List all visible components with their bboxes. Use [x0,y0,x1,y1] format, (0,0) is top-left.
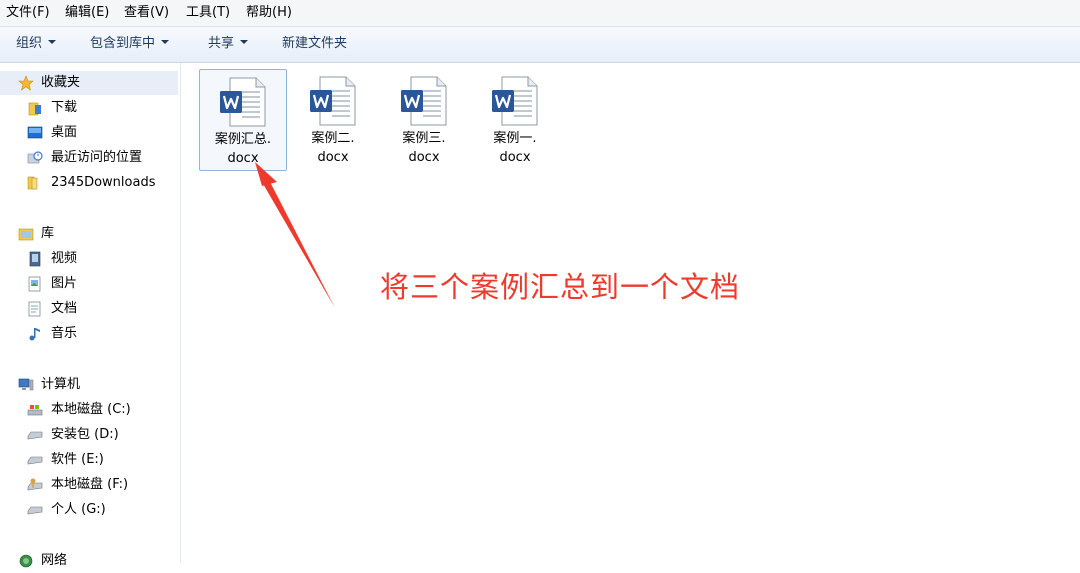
nav-item-recent[interactable]: 最近访问的位置 [0,146,178,170]
file-item-case-3[interactable]: 案例三. docx [381,69,467,169]
video-icon [29,251,41,267]
nav-computer-label: 计算机 [41,377,81,392]
word-document-icon [492,76,538,126]
nav-network-label: 网络 [41,553,68,568]
recent-places-icon [27,151,43,164]
share-label: 共享 [208,36,235,51]
word-document-icon [310,76,356,126]
file-name-line1: 案例二. [311,131,355,146]
nav-item-label: 视频 [51,251,78,266]
network-icon [19,554,33,568]
nav-item-label: 本地磁盘 (C:) [51,402,131,417]
nav-item-label: 桌面 [51,125,78,140]
nav-computer[interactable]: 计算机 [0,373,178,397]
file-name-line1: 案例一. [493,131,537,146]
nav-favorites[interactable]: 收藏夹 [0,71,178,95]
file-name: 案例一. docx [472,129,558,167]
include-in-library-button[interactable]: 包含到库中 [90,36,170,52]
file-name-line2: docx [317,150,349,165]
nav-item-label: 文档 [51,301,78,316]
nav-item-label: 软件 (E:) [51,452,104,467]
file-name: 案例二. docx [290,129,376,167]
chevron-down-icon [48,39,57,44]
nav-item-pictures[interactable]: 图片 [0,272,178,296]
nav-item-drive-d[interactable]: 安装包 (D:) [0,423,178,447]
music-icon [29,328,40,341]
drive-icon [27,431,43,440]
shared-drive-icon [27,478,43,491]
share-button[interactable]: 共享 [208,36,249,52]
nav-item-desktop[interactable]: 桌面 [0,121,178,145]
file-item-case-2[interactable]: 案例二. docx [290,69,376,169]
nav-item-label: 最近访问的位置 [51,150,143,165]
pictures-icon [28,276,41,292]
file-name-line2: docx [227,151,259,166]
nav-network[interactable]: 网络 [0,549,178,573]
menu-file[interactable]: 文件(F) [6,5,50,21]
organize-button[interactable]: 组织 [16,36,57,52]
organize-label: 组织 [16,36,43,51]
menu-help[interactable]: 帮助(H) [246,5,292,21]
nav-item-downloads[interactable]: 下载 [0,96,178,120]
menu-tools[interactable]: 工具(T) [186,5,230,21]
menu-edit[interactable]: 编辑(E) [65,5,109,21]
nav-favorites-label: 收藏夹 [41,75,81,90]
downloads-folder-icon [28,102,41,116]
new-folder-button[interactable]: 新建文件夹 [282,36,347,52]
nav-item-drive-g[interactable]: 个人 (G:) [0,498,178,522]
chevron-down-icon [240,39,249,44]
file-name-line1: 案例汇总. [214,132,272,147]
drive-icon [27,506,43,515]
nav-item-label: 2345Downloads [51,175,156,190]
nav-item-label: 音乐 [51,326,78,341]
nav-item-label: 安装包 (D:) [51,427,119,442]
menu-view[interactable]: 查看(V) [124,5,169,21]
annotation-text: 将三个案例汇总到一个文档 [380,270,741,304]
nav-item-drive-f[interactable]: 本地磁盘 (F:) [0,473,178,497]
nav-item-label: 下载 [51,100,78,115]
drive-icon [27,456,43,465]
file-item-summary[interactable]: 案例汇总. docx [199,69,287,171]
file-name-line2: docx [499,150,531,165]
library-icon [18,228,34,241]
file-name-line1: 案例三. [402,131,446,146]
file-name-line2: docx [408,150,440,165]
nav-item-label: 个人 (G:) [51,502,106,517]
nav-item-music[interactable]: 音乐 [0,322,178,346]
nav-item-drive-c[interactable]: 本地磁盘 (C:) [0,398,178,422]
navigation-pane: 收藏夹 下载 桌面 最近访问的位置 2345Downloads 库 视频 图片 … [0,63,181,568]
star-icon [18,75,34,91]
desktop-icon [27,126,43,139]
file-item-case-1[interactable]: 案例一. docx [472,69,558,169]
file-name: 案例三. docx [381,129,467,167]
nav-item-2345downloads[interactable]: 2345Downloads [0,171,178,195]
nav-libraries[interactable]: 库 [0,222,178,246]
menu-bar: 文件(F) 编辑(E) 查看(V) 工具(T) 帮助(H) [0,0,1080,27]
nav-libraries-label: 库 [41,226,55,241]
system-drive-icon [27,405,43,416]
computer-icon [18,378,34,391]
command-bar: 组织 包含到库中 共享 新建文件夹 [0,27,1080,63]
nav-item-drive-e[interactable]: 软件 (E:) [0,448,178,472]
folder-icon [27,176,38,190]
nav-item-label: 图片 [51,276,78,291]
nav-item-videos[interactable]: 视频 [0,247,178,271]
file-name: 案例汇总. docx [200,130,286,168]
file-list-area[interactable]: 案例汇总. docx 案例二. docx 案例三. docx 案例一. docx [181,63,1080,563]
word-document-icon [401,76,447,126]
chevron-down-icon [161,39,170,44]
nav-item-label: 本地磁盘 (F:) [51,477,129,492]
include-label: 包含到库中 [90,36,156,51]
word-document-icon [220,77,266,127]
documents-icon [28,301,41,317]
nav-item-documents[interactable]: 文档 [0,297,178,321]
